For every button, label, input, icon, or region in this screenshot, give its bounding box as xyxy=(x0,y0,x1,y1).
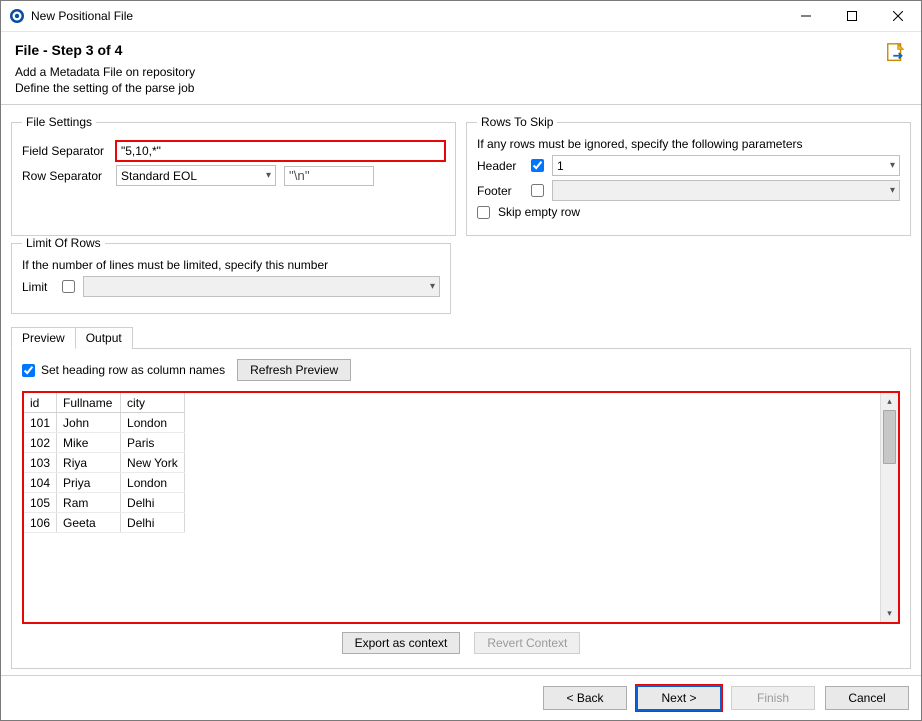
limit-legend: Limit Of Rows xyxy=(22,236,105,250)
header-value-combo[interactable]: 1 ▾ xyxy=(552,155,900,176)
limit-checkbox[interactable] xyxy=(62,280,75,293)
chevron-down-icon: ▾ xyxy=(266,170,271,181)
dialog-window: New Positional File File - Step 3 of 4 A… xyxy=(0,0,922,721)
page-title: File - Step 3 of 4 xyxy=(15,42,907,58)
wizard-body: File Settings Field Separator Row Separa… xyxy=(1,105,921,675)
vertical-scrollbar[interactable]: ▴ ▾ xyxy=(880,393,898,622)
scroll-thumb[interactable] xyxy=(883,410,896,464)
tab-strip: Preview Output xyxy=(11,326,911,348)
heading-row-checkbox[interactable] xyxy=(22,364,35,377)
revert-context-button: Revert Context xyxy=(474,632,580,654)
row-separator-literal xyxy=(284,166,374,186)
header-label: Header xyxy=(477,159,523,173)
app-icon xyxy=(9,8,25,24)
page-subtitle-1: Add a Metadata File on repository xyxy=(15,64,907,80)
footer-checkbox[interactable] xyxy=(531,184,544,197)
rows-to-skip-legend: Rows To Skip xyxy=(477,115,557,129)
window-controls xyxy=(783,1,921,31)
export-context-button[interactable]: Export as context xyxy=(342,632,461,654)
row-separator-label: Row Separator xyxy=(22,169,108,183)
preview-table: id Fullname city 101 John London 102 xyxy=(24,393,185,533)
col-header[interactable]: city xyxy=(121,393,185,413)
header-value: 1 xyxy=(557,159,564,173)
skip-empty-checkbox[interactable] xyxy=(477,206,490,219)
chevron-down-icon: ▾ xyxy=(890,160,895,171)
header-checkbox[interactable] xyxy=(531,159,544,172)
row-separator-combo[interactable]: Standard EOL ▾ xyxy=(116,165,276,186)
table-row[interactable]: 104 Priya London xyxy=(24,473,185,493)
file-settings-legend: File Settings xyxy=(22,115,96,129)
file-settings-group: File Settings Field Separator Row Separa… xyxy=(11,115,456,236)
footer-value-combo: ▾ xyxy=(552,180,900,201)
rows-to-skip-hint: If any rows must be ignored, specify the… xyxy=(477,137,900,151)
field-separator-input[interactable] xyxy=(116,141,445,161)
table-row[interactable]: 103 Riya New York xyxy=(24,453,185,473)
table-row[interactable]: 106 Geeta Delhi xyxy=(24,513,185,533)
table-row[interactable]: 101 John London xyxy=(24,413,185,433)
wizard-header: File - Step 3 of 4 Add a Metadata File o… xyxy=(1,32,921,105)
cancel-button[interactable]: Cancel xyxy=(825,686,909,710)
chevron-down-icon: ▾ xyxy=(890,185,895,196)
tab-preview[interactable]: Preview xyxy=(11,327,76,349)
wizard-icon xyxy=(885,42,907,64)
page-subtitle-2: Define the setting of the parse job xyxy=(15,80,907,96)
table-row[interactable]: 102 Mike Paris xyxy=(24,433,185,453)
col-header[interactable]: Fullname xyxy=(57,393,121,413)
table-row[interactable]: 105 Ram Delhi xyxy=(24,493,185,513)
limit-group: Limit Of Rows If the number of lines mus… xyxy=(11,236,451,314)
close-button[interactable] xyxy=(875,1,921,31)
limit-value-combo: ▾ xyxy=(83,276,440,297)
scroll-up-icon[interactable]: ▴ xyxy=(881,393,898,410)
back-button[interactable]: < Back xyxy=(543,686,627,710)
row-separator-value: Standard EOL xyxy=(121,169,197,183)
tab-output[interactable]: Output xyxy=(75,327,133,349)
finish-button: Finish xyxy=(731,686,815,710)
col-header[interactable]: id xyxy=(24,393,57,413)
field-separator-label: Field Separator xyxy=(22,144,108,158)
skip-empty-label: Skip empty row xyxy=(498,205,580,219)
chevron-down-icon: ▾ xyxy=(430,281,435,292)
preview-panel: Set heading row as column names Refresh … xyxy=(11,348,911,669)
next-button[interactable]: Next > xyxy=(637,686,721,710)
heading-row-label: Set heading row as column names xyxy=(41,363,225,377)
window-title: New Positional File xyxy=(31,9,783,23)
limit-label: Limit xyxy=(22,280,54,294)
wizard-footer: < Back Next > Finish Cancel xyxy=(1,675,921,720)
rows-to-skip-group: Rows To Skip If any rows must be ignored… xyxy=(466,115,911,236)
preview-table-wrap: id Fullname city 101 John London 102 xyxy=(22,391,900,624)
minimize-button[interactable] xyxy=(783,1,829,31)
limit-hint: If the number of lines must be limited, … xyxy=(22,258,440,272)
footer-label: Footer xyxy=(477,184,523,198)
scroll-down-icon[interactable]: ▾ xyxy=(881,605,898,622)
table-header-row: id Fullname city xyxy=(24,393,185,413)
refresh-preview-button[interactable]: Refresh Preview xyxy=(237,359,351,381)
maximize-button[interactable] xyxy=(829,1,875,31)
titlebar: New Positional File xyxy=(1,1,921,32)
